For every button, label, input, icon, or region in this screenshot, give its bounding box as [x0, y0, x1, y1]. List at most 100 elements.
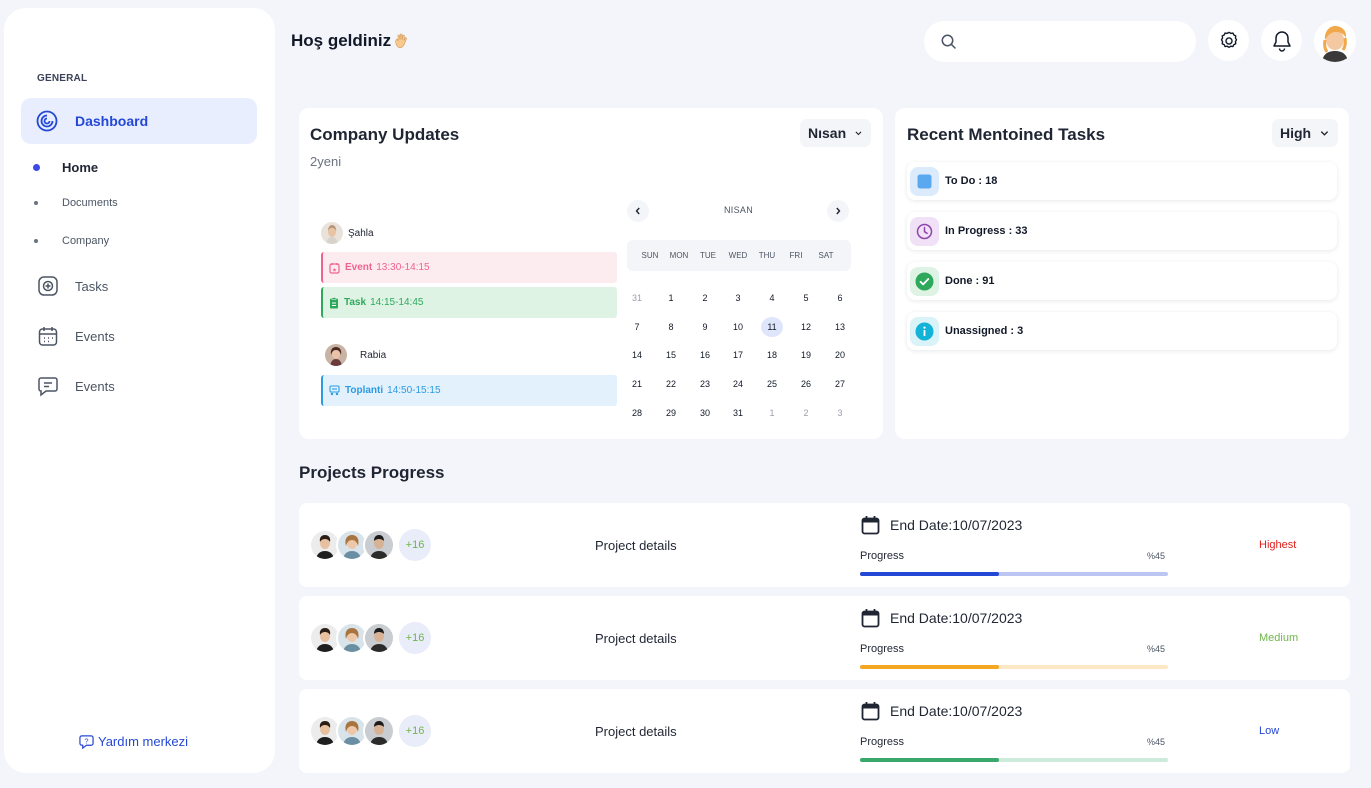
calendar-day[interactable]: 31: [626, 288, 648, 308]
calendar-day[interactable]: 21: [626, 374, 648, 394]
more-members-count: +16: [405, 725, 425, 737]
calendar-day[interactable]: 4: [761, 288, 783, 308]
end-date: End Date:10/07/2023: [861, 608, 1022, 628]
search-input[interactable]: [966, 31, 1176, 53]
calendar-day[interactable]: 17: [727, 345, 749, 365]
month-dropdown[interactable]: Nısan: [800, 119, 871, 147]
meeting-item[interactable]: Toplanti 14:50-15:15: [321, 375, 617, 406]
sidebar-item-label: Events: [75, 328, 115, 344]
calendar-day[interactable]: 3: [727, 288, 749, 308]
section-title: Projects Progress: [299, 463, 445, 482]
help-center-link[interactable]: ? Yardım merkezi: [79, 734, 188, 749]
member-avatars[interactable]: +16: [309, 622, 449, 654]
calendar-day[interactable]: 3: [829, 403, 851, 423]
calendar-day[interactable]: 8: [660, 317, 682, 337]
calendar-day[interactable]: 18: [761, 345, 783, 365]
sidebar-subitem-home[interactable]: Home: [33, 160, 98, 175]
task-status-label: Unassigned : 3: [945, 325, 1024, 337]
card-title: Recent Mentoined Tasks: [907, 125, 1106, 144]
dashboard-icon: [36, 110, 58, 132]
calendar-day[interactable]: 31: [727, 403, 749, 423]
calendar-prev-button[interactable]: [627, 200, 649, 222]
clock-icon: [910, 216, 939, 246]
calendar-day[interactable]: 6: [829, 288, 851, 308]
check-circle-icon: [910, 266, 939, 296]
calendar-day[interactable]: 16: [694, 345, 716, 365]
sidebar-item-tasks[interactable]: Tasks: [37, 275, 108, 297]
calendar-day[interactable]: 10: [727, 317, 749, 337]
priority-dropdown[interactable]: High: [1272, 119, 1338, 147]
end-date: End Date:10/07/2023: [861, 515, 1022, 535]
calendar-day[interactable]: 5: [795, 288, 817, 308]
weekday-label: SAT: [818, 251, 834, 260]
notifications-button[interactable]: [1261, 20, 1302, 61]
calendar-icon: [861, 702, 880, 721]
calendar-day[interactable]: 24: [727, 374, 749, 394]
section-label: GENERAL: [37, 73, 88, 84]
settings-button[interactable]: [1208, 20, 1249, 61]
calendar-day[interactable]: 13: [829, 317, 851, 337]
calendar-day[interactable]: 29: [660, 403, 682, 423]
calendar-day[interactable]: 27: [829, 374, 851, 394]
more-members-badge: +16: [399, 715, 431, 747]
calendar-day[interactable]: 19: [795, 345, 817, 365]
weekday-label: TUE: [700, 251, 716, 260]
project-row[interactable]: +16 Project details End Date:10/07/2023 …: [299, 689, 1350, 773]
sidebar-item-dashboard[interactable]: Dashboard: [21, 98, 257, 144]
calendar-day[interactable]: 15: [660, 345, 682, 365]
meeting-icon: [329, 385, 340, 396]
member-avatars[interactable]: +16: [309, 715, 449, 747]
calendar-day[interactable]: 2: [694, 288, 716, 308]
calendar-day[interactable]: 7: [626, 317, 648, 337]
square-icon: [910, 166, 939, 196]
member-avatars[interactable]: +16: [309, 529, 449, 561]
calendar-icon: [38, 327, 58, 346]
person-row: Rabia: [325, 344, 386, 366]
calendar-day[interactable]: 26: [795, 374, 817, 394]
more-members-count: +16: [405, 539, 425, 551]
project-row[interactable]: +16 Project details End Date:10/07/2023 …: [299, 596, 1350, 680]
task-item[interactable]: Task 14:15-14:45: [321, 287, 617, 318]
project-details-link[interactable]: Project details: [595, 538, 677, 553]
sidebar-subitem-company[interactable]: Company: [34, 235, 109, 247]
calendar-day[interactable]: 20: [829, 345, 851, 365]
user-avatar[interactable]: [1314, 20, 1356, 62]
project-row[interactable]: +16 Project details End Date:10/07/2023 …: [299, 503, 1350, 587]
project-details-link[interactable]: Project details: [595, 724, 677, 739]
avatar: [363, 529, 395, 561]
calendar-day[interactable]: 2: [795, 403, 817, 423]
calendar-day[interactable]: 1: [660, 288, 682, 308]
calendar-day[interactable]: 23: [694, 374, 716, 394]
search-bar[interactable]: [924, 21, 1196, 62]
task-status-todo[interactable]: To Do : 18: [907, 162, 1337, 200]
calendar-day[interactable]: 14: [626, 345, 648, 365]
task-status-in-progress[interactable]: In Progress : 33: [907, 212, 1337, 250]
sidebar-item-messages[interactable]: Events: [37, 375, 115, 397]
calendar-day[interactable]: 30: [694, 403, 716, 423]
event-icon: [329, 262, 340, 274]
end-date: End Date:10/07/2023: [861, 701, 1022, 721]
sidebar-item-label: Dashboard: [75, 113, 149, 129]
avatar: [325, 344, 347, 366]
task-status-done[interactable]: Done : 91: [907, 262, 1337, 300]
sidebar-subitem-documents[interactable]: Documents: [34, 197, 118, 209]
chevron-right-icon: [836, 207, 841, 215]
progress-value: %45: [1147, 551, 1166, 561]
event-time: 13:30-14:15: [376, 262, 430, 273]
sidebar-item-events[interactable]: Events: [37, 325, 115, 347]
calendar-day[interactable]: 9: [694, 317, 716, 337]
calendar-day[interactable]: 28: [626, 403, 648, 423]
task-status-unassigned[interactable]: Unassigned : 3: [907, 312, 1337, 350]
calendar-day[interactable]: 22: [660, 374, 682, 394]
event-label: Event: [345, 262, 373, 273]
calendar-day[interactable]: 1: [761, 403, 783, 423]
calendar-day[interactable]: 12: [795, 317, 817, 337]
project-details-link[interactable]: Project details: [595, 631, 677, 646]
greeting-text: Hoş geldiniz: [291, 31, 392, 50]
task-status-label: In Progress : 33: [945, 225, 1028, 237]
event-item[interactable]: Event 13:30-14:15: [321, 252, 617, 283]
calendar-day[interactable]: 11: [761, 317, 783, 337]
calendar-next-button[interactable]: [827, 200, 849, 222]
chevron-left-icon: [635, 207, 640, 215]
calendar-day[interactable]: 25: [761, 374, 783, 394]
